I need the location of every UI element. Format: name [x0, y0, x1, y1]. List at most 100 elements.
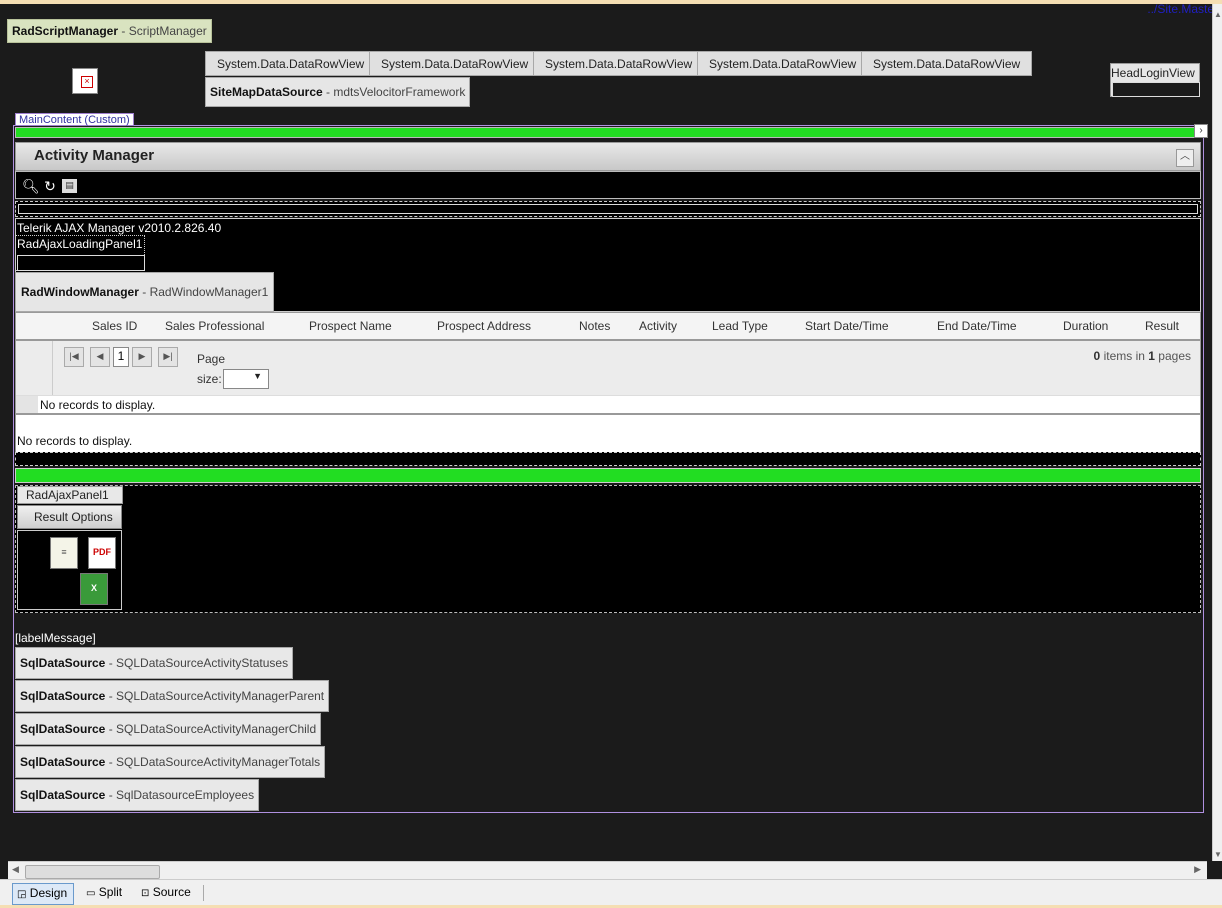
sql-datasource-child[interactable]: SqlDataSource - SQLDataSourceActivityMan…: [15, 713, 322, 745]
expand-right-icon[interactable]: ›: [1194, 124, 1208, 138]
script-manager-control[interactable]: RadScriptManager - ScriptManager: [7, 19, 212, 43]
control-id: mdtsVelocitorFramework: [333, 85, 466, 99]
word-export-icon[interactable]: ≡: [50, 537, 78, 569]
scroll-down-icon[interactable]: ▼: [1214, 850, 1222, 859]
control-id: SqlDatasourceEmployees: [116, 788, 255, 802]
view-tabs-bar: ◲ Design ▭ Split ⊡ Source: [0, 879, 1222, 908]
export-options: ≡ PDF X: [17, 530, 122, 610]
no-records-text: No records to display.: [40, 398, 156, 412]
window-manager-control[interactable]: RadWindowManager - RadWindowManager1: [15, 272, 275, 312]
column-header[interactable]: Result: [1145, 319, 1179, 333]
scroll-right-icon[interactable]: ▶: [1194, 864, 1201, 875]
loading-panel[interactable]: RadAjaxLoadingPanel1: [15, 235, 145, 271]
horizontal-scrollbar[interactable]: ◀ ▶: [8, 861, 1207, 879]
label-message: [labelMessage]: [15, 631, 96, 645]
control-type: SqlDataSource: [20, 788, 106, 802]
head-login-label: HeadLoginView: [1111, 66, 1195, 80]
page-size-select[interactable]: ▼: [223, 369, 269, 389]
control-type: SqlDataSource: [20, 656, 106, 670]
column-header[interactable]: Activity: [639, 319, 677, 333]
column-header[interactable]: Prospect Address: [437, 319, 531, 333]
row-indicator: [16, 396, 38, 414]
sql-datasource-totals[interactable]: SqlDataSource - SQLDataSourceActivityMan…: [15, 746, 326, 778]
column-header[interactable]: Notes: [579, 319, 610, 333]
menu-item-1[interactable]: System.Data.DataRowView: [205, 51, 377, 76]
sql-datasource-parent[interactable]: SqlDataSource - SQLDataSourceActivityMan…: [15, 680, 330, 712]
prev-page-icon[interactable]: ◀: [90, 347, 110, 367]
grid-pager: |◀ ◀ 1 ▶ ▶| Page size: ▼ 0 items in 1 pa…: [16, 341, 1200, 395]
control-id: RadWindowManager1: [149, 285, 269, 299]
column-header[interactable]: Duration: [1063, 319, 1108, 333]
page-size-label-2: size:: [197, 372, 222, 386]
control-id: SQLDataSourceActivityManagerParent: [116, 689, 325, 703]
scroll-left-icon[interactable]: ◀: [12, 864, 19, 875]
column-header[interactable]: Sales Professional: [165, 319, 264, 333]
control-type: SqlDataSource: [20, 689, 106, 703]
scrollbar-thumb[interactable]: [25, 865, 160, 879]
control-type: SqlDataSource: [20, 722, 106, 736]
result-options-button[interactable]: Result Options: [17, 505, 122, 529]
no-records-row: No records to display.: [16, 395, 1200, 414]
activity-manager-header: Activity Manager ︿: [15, 142, 1201, 171]
page-size-label-1: Page: [197, 352, 226, 366]
search-icon[interactable]: 🔍︎: [22, 178, 40, 194]
no-records-detail: No records to display.: [16, 413, 1200, 453]
ajax-manager-label: Telerik AJAX Manager v2010.2.826.40: [17, 221, 222, 235]
scroll-up-icon[interactable]: ▲: [1214, 10, 1222, 19]
items-in-text: items in: [1103, 349, 1145, 363]
export-icon[interactable]: ▤: [62, 179, 77, 193]
column-header[interactable]: Start Date/Time: [805, 319, 889, 333]
sitemap-datasource-control[interactable]: SiteMapDataSource - mdtsVelocitorFramewo…: [205, 77, 471, 107]
first-page-icon[interactable]: |◀: [64, 347, 84, 367]
sql-datasource-employees[interactable]: SqlDataSource - SqlDatasourceEmployees: [15, 779, 260, 811]
loading-panel-label: RadAjaxLoadingPanel1: [17, 237, 143, 251]
tab-design-label: Design: [29, 886, 68, 900]
control-id: SQLDataSourceActivityManagerTotals: [116, 755, 321, 769]
head-login-content: [1112, 82, 1200, 97]
menu-item-4[interactable]: System.Data.DataRowView: [697, 51, 869, 76]
sql-datasource-statuses[interactable]: SqlDataSource - SQLDataSourceActivitySta…: [15, 647, 294, 679]
green-bar-bottom: [15, 468, 1201, 483]
split-icon: ▭: [86, 888, 96, 899]
tab-source[interactable]: ⊡ Source: [137, 883, 197, 903]
column-header[interactable]: Prospect Name: [309, 319, 392, 333]
menu-item-2[interactable]: System.Data.DataRowView: [369, 51, 541, 76]
chevron-down-icon: ▼: [253, 371, 262, 381]
pager-spacer: [16, 341, 53, 395]
tab-split-label: Split: [98, 885, 123, 899]
column-header[interactable]: Sales ID: [92, 319, 137, 333]
site-master-link[interactable]: ../Site.Master: [1147, 2, 1218, 16]
control-type: SqlDataSource: [20, 755, 106, 769]
excel-export-icon[interactable]: X: [80, 573, 108, 605]
page-number[interactable]: 1: [113, 347, 129, 367]
ajax-panel[interactable]: [15, 485, 1201, 613]
control-type: SiteMapDataSource: [210, 85, 323, 99]
loading-panel-content: [17, 255, 145, 271]
menu-item-3[interactable]: System.Data.DataRowView: [533, 51, 705, 76]
control-type: RadWindowManager: [21, 285, 139, 299]
refresh-icon[interactable]: ↻: [42, 178, 58, 194]
column-header[interactable]: Lead Type: [712, 319, 768, 333]
ajax-panel-label: RadAjaxPanel1: [17, 486, 123, 504]
control-id: SQLDataSourceActivityManagerChild: [116, 722, 317, 736]
main-content-tab[interactable]: MainContent (Custom): [15, 113, 134, 126]
menu-item-5[interactable]: System.Data.DataRowView: [861, 51, 1033, 76]
pdf-export-icon[interactable]: PDF: [88, 537, 116, 569]
last-page-icon[interactable]: ▶|: [158, 347, 178, 367]
next-page-icon[interactable]: ▶: [132, 347, 152, 367]
tab-design[interactable]: ◲ Design: [12, 883, 75, 905]
design-icon: ◲: [17, 889, 27, 900]
control-id: SQLDataSourceActivityStatuses: [116, 656, 289, 670]
head-login-view[interactable]: HeadLoginView: [1110, 63, 1200, 97]
green-bar-top: [15, 127, 1195, 138]
items-summary: 0 items in 1 pages: [1094, 349, 1191, 363]
vertical-scrollbar[interactable]: ▲ ▼: [1212, 4, 1222, 861]
result-options-label: Result Options: [34, 510, 113, 524]
collapse-icon[interactable]: ︿: [1176, 149, 1194, 167]
broken-image-icon[interactable]: ×: [72, 68, 98, 94]
grid-header: Sales ID Sales Professional Prospect Nam…: [16, 313, 1200, 341]
column-header[interactable]: End Date/Time: [937, 319, 1017, 333]
pages-word: pages: [1158, 349, 1191, 363]
tab-split[interactable]: ▭ Split: [82, 883, 128, 903]
placeholder-panel: [15, 201, 1201, 217]
